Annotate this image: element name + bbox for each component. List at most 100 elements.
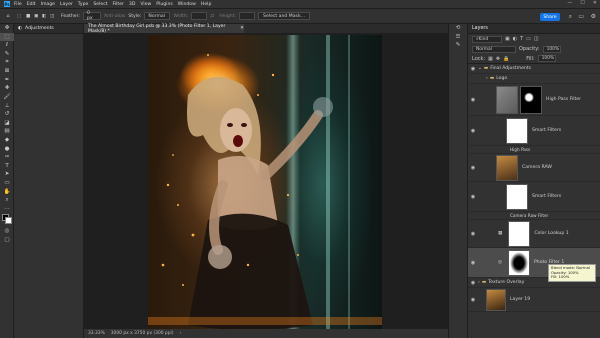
visibility-eye-icon[interactable]: ◉	[468, 66, 478, 72]
menu-edit[interactable]: Edit	[27, 2, 36, 7]
path-selection-tool-icon[interactable]: ➤	[0, 170, 14, 179]
hand-tool-icon[interactable]: ✋	[0, 187, 14, 196]
zoom-tool-icon[interactable]: ⌕	[0, 196, 14, 205]
background-color-swatch[interactable]	[5, 217, 12, 225]
lasso-tool-icon[interactable]: ℓ	[0, 41, 14, 50]
search-icon[interactable]: ⌕	[569, 13, 572, 21]
lock-position-icon[interactable]: ✥	[496, 56, 500, 62]
close-button[interactable]: ✕	[593, 0, 597, 6]
type-tool-icon[interactable]: T	[0, 162, 14, 171]
blend-mode-select[interactable]: Normal	[472, 45, 516, 53]
visibility-eye-icon[interactable]: ◉	[468, 231, 478, 237]
chevron-down-icon[interactable]: ⌄	[478, 66, 482, 71]
more-tools-icon[interactable]: ⋯	[0, 204, 14, 213]
workspace-icon[interactable]: ▭	[578, 13, 584, 20]
adjustments-header[interactable]: ◐ Adjustments	[14, 24, 83, 34]
visibility-eye-icon[interactable]: ◉	[468, 97, 478, 103]
menu-3d[interactable]: 3D	[129, 2, 135, 7]
pen-tool-icon[interactable]: ✑	[0, 153, 14, 162]
clone-stamp-tool-icon[interactable]: ⊥	[0, 101, 14, 110]
filter-item-camera-raw[interactable]: Camera Raw Filter	[468, 212, 600, 220]
color-swatches[interactable]	[0, 213, 13, 227]
opacity-input[interactable]: 100%	[542, 45, 561, 53]
smart-filter-mask-thumbnail[interactable]	[506, 183, 528, 210]
layer-smart-filters-2[interactable]: ◉ Smart Filters	[468, 182, 600, 212]
menu-type[interactable]: Type	[78, 2, 89, 7]
layer-high-pass-filter[interactable]: ◉ High Pass Filter	[468, 84, 600, 116]
intersect-selection-icon[interactable]: ◫	[50, 12, 58, 20]
menu-file[interactable]: File	[14, 2, 22, 7]
maximize-button[interactable]: ☐	[580, 0, 584, 6]
layer-camera-raw[interactable]: ◉ Camera RAW	[468, 154, 600, 182]
adjustment-filter-icon[interactable]: ◐	[513, 36, 517, 42]
brush-panel-icon[interactable]: ✎	[449, 41, 467, 50]
minimize-button[interactable]: —	[567, 0, 572, 6]
layer-photo-filter-1[interactable]: ◉ ◎ Photo Filter 1 Blend mode: Normal Op…	[468, 248, 600, 282]
add-selection-icon[interactable]: ▣	[34, 12, 39, 20]
brush-tool-icon[interactable]: 🖌	[0, 93, 14, 102]
layer-mask-thumbnail[interactable]	[520, 85, 542, 114]
quick-selection-tool-icon[interactable]: ✎	[0, 50, 14, 59]
quick-mask-icon[interactable]: ◎	[0, 227, 14, 236]
share-button[interactable]: Share	[540, 13, 560, 21]
blur-tool-icon[interactable]: ◆	[0, 136, 14, 145]
canvas-area[interactable]	[84, 33, 448, 329]
menu-select[interactable]: Select	[93, 2, 107, 7]
layer-group-final-adjustments[interactable]: ◉ ⌄ ▬ Final Adjustments	[468, 64, 600, 74]
visibility-eye-icon[interactable]: ◉	[468, 128, 478, 134]
style-select[interactable]: Normal	[144, 12, 171, 20]
antialias-checkbox[interactable]: Anti-alias	[104, 12, 125, 20]
fill-input[interactable]: 100%	[537, 55, 556, 62]
zoom-level[interactable]: 33.33%	[88, 331, 105, 336]
layer-19[interactable]: ◉ Layer 19	[468, 288, 600, 312]
menu-view[interactable]: View	[140, 2, 151, 7]
rectangular-marquee-tool-icon[interactable]: ⬚	[0, 32, 14, 42]
smart-filter-mask-thumbnail[interactable]	[506, 117, 528, 144]
rectangle-tool-icon[interactable]: ▭	[0, 179, 14, 188]
status-arrow-icon[interactable]: ›	[179, 331, 181, 336]
document-canvas-image[interactable]	[148, 35, 382, 329]
pixel-filter-icon[interactable]: ▣	[505, 36, 510, 42]
menu-layer[interactable]: Layer	[60, 2, 73, 7]
menu-help[interactable]: Help	[201, 2, 211, 7]
eraser-tool-icon[interactable]: ◪	[0, 119, 14, 128]
close-tab-icon[interactable]: ✕	[240, 26, 244, 31]
width-input[interactable]	[191, 12, 208, 20]
swap-icon[interactable]: ⇄	[210, 12, 216, 20]
layer-color-lookup-1[interactable]: ◉ ▦ Color Lookup 1	[468, 220, 600, 248]
filter-item-high-pass[interactable]: High Pass	[468, 146, 600, 154]
marquee-tool-icon[interactable]: ⬚	[15, 12, 23, 20]
document-tab[interactable]: The Almost Birthday Girl.psb @ 33.3% (Ph…	[84, 24, 244, 34]
visibility-eye-icon[interactable]: ◉	[468, 194, 478, 200]
menu-plugins[interactable]: Plugins	[156, 2, 172, 7]
feather-input[interactable]: 0 px	[82, 11, 101, 21]
shape-filter-icon[interactable]: ▭	[526, 36, 531, 42]
layer-group-texture-overlay[interactable]: ◉ › ▬ Texture Overlay	[468, 278, 600, 288]
move-tool-icon[interactable]: ✥	[0, 24, 14, 33]
home-icon[interactable]: ⌂	[4, 12, 12, 20]
healing-brush-tool-icon[interactable]: ✚	[0, 84, 14, 93]
new-selection-icon[interactable]: ■	[26, 12, 31, 20]
layer-mask-thumbnail[interactable]	[508, 220, 531, 247]
lock-pixels-icon[interactable]: ▦	[488, 56, 493, 62]
menu-image[interactable]: Image	[41, 2, 55, 7]
subtract-selection-icon[interactable]: ◧	[42, 12, 47, 20]
layers-panel-header[interactable]: Layers	[468, 24, 600, 34]
visibility-eye-icon[interactable]: ◉	[468, 260, 478, 266]
history-brush-tool-icon[interactable]: ↺	[0, 110, 14, 119]
screen-mode-icon[interactable]: ▢	[0, 236, 14, 245]
settings-icon[interactable]: ⚙	[591, 13, 596, 20]
history-panel-icon[interactable]: ⟲	[449, 24, 467, 33]
chevron-right-icon[interactable]: ›	[486, 76, 488, 81]
kind-filter-select[interactable]: ⌕ Kind	[472, 35, 502, 43]
layer-smart-filters[interactable]: ◉ Smart Filters	[468, 116, 600, 146]
layer-group-logo[interactable]: › ▬ Logo	[468, 74, 600, 84]
menu-window[interactable]: Window	[178, 2, 196, 7]
eyedropper-tool-icon[interactable]: ✒	[0, 76, 14, 85]
crop-tool-icon[interactable]: ⌗	[0, 58, 14, 67]
visibility-eye-icon[interactable]: ◉	[468, 297, 478, 303]
visibility-eye-icon[interactable]: ◉	[468, 165, 478, 171]
chevron-right-icon[interactable]: ›	[478, 280, 480, 285]
height-input[interactable]	[239, 12, 256, 20]
visibility-eye-icon[interactable]: ◉	[468, 280, 478, 286]
